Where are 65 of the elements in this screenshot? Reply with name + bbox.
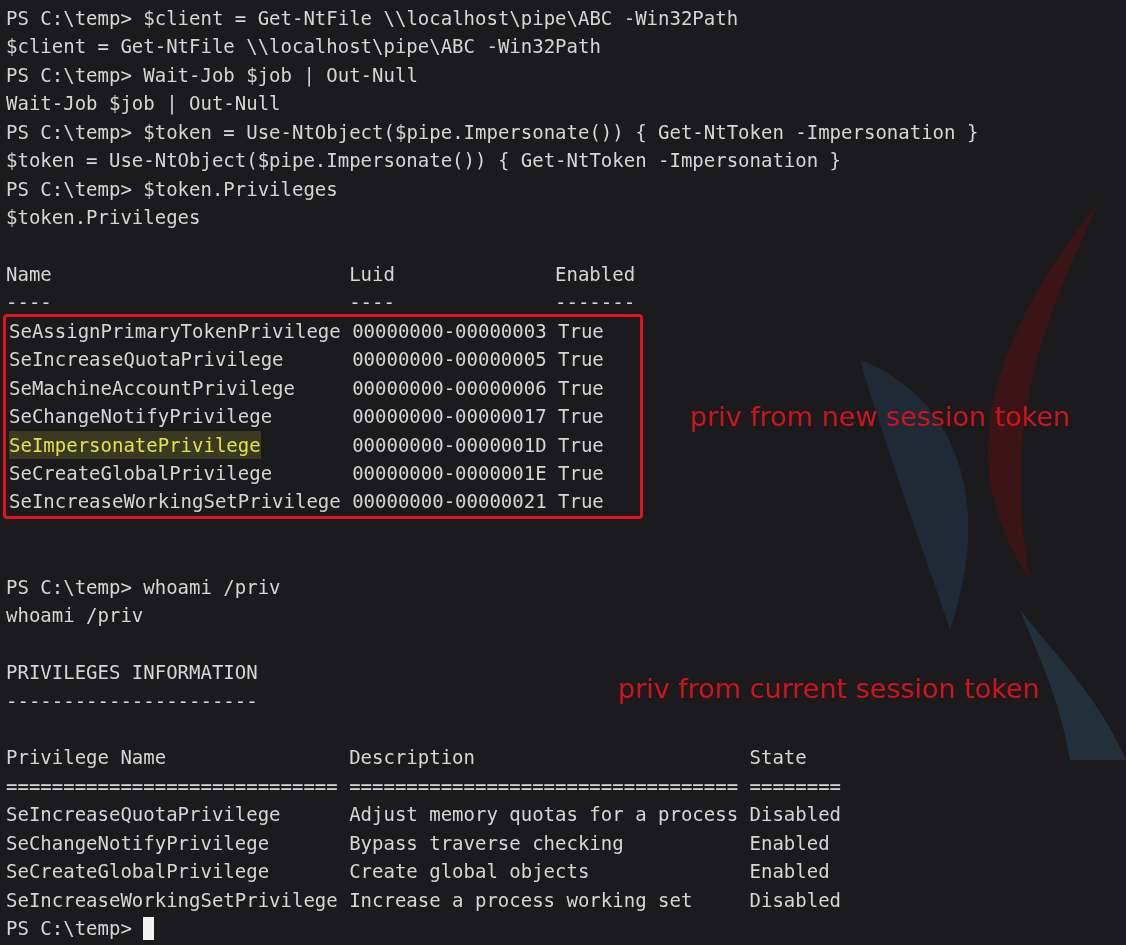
table-cell-text: True — [558, 461, 604, 486]
table-cell-text: Create global objects — [349, 859, 590, 885]
header-rule: ================================== — [349, 773, 739, 799]
table-cell-text: SeIncreaseQuotaPrivilege — [9, 347, 284, 373]
annotation-text: priv from current session token — [618, 672, 1040, 707]
shell-prompt: PS C:\temp> — [6, 916, 132, 941]
table-cell-text: SeAssignPrimaryTokenPrivilege — [9, 318, 341, 344]
output-text: Wait-Job $job | Out-Null — [6, 91, 281, 117]
table-cell-text: 00000000-00000017 — [352, 404, 547, 430]
table-cell-text: 00000000-00000021 — [352, 489, 547, 515]
shell-prompt: PS C:\temp> — [6, 6, 132, 31]
column-header: Privilege Name — [6, 745, 167, 771]
table-cell-text: SeIncreaseQuotaPrivilege — [6, 802, 281, 828]
header-rule: ============================= — [6, 773, 338, 799]
shell-prompt: PS C:\temp> — [6, 62, 132, 88]
table-cell-text: 00000000-0000001E — [352, 461, 547, 486]
table-cell-text: SeChangeNotifyPrivilege — [9, 404, 273, 430]
table-cell-text: SeCreateGlobalPrivilege — [6, 859, 270, 885]
table-cell-text: 00000000-00000003 — [352, 318, 547, 344]
table-cell-text: 00000000-00000005 — [352, 347, 547, 373]
column-header: State — [749, 745, 807, 771]
table-cell-text: SeIncreaseWorkingSetPrivilege — [6, 887, 338, 913]
shell-prompt: PS C:\temp> — [6, 176, 132, 202]
table-cell-text: SeCreateGlobalPrivilege — [9, 461, 273, 486]
column-header: Luid — [349, 261, 395, 287]
table-cell-text: Bypass traverse checking — [349, 830, 624, 856]
shell-prompt: PS C:\temp> — [6, 119, 132, 145]
table-cell-text: True — [558, 404, 604, 430]
table-cell-text: True — [558, 432, 604, 458]
column-header: Enabled — [555, 261, 636, 287]
table-cell-text: SeIncreaseWorkingSetPrivilege — [9, 489, 341, 515]
table-cell-text: Increase a process working set — [349, 887, 693, 913]
table-cell-text: Enabled — [749, 830, 830, 856]
table-cell-text: True — [558, 318, 604, 344]
output-text: $token.Privileges — [6, 205, 201, 231]
output-text: ---------------------- — [6, 688, 258, 714]
output-text: whoami /priv — [6, 603, 144, 629]
table-cell-text: Disabled — [749, 802, 842, 828]
table-cell-text: 00000000-00000006 — [352, 375, 547, 401]
output-text: $token = Use-NtObject($pipe.Impersonate()) { Get-NtToken -Impersonation } — [6, 148, 842, 174]
table-cell: SeImpersonatePrivilege — [9, 430, 261, 459]
output-text: $client = Get-NtFile \\localhost\pipe\ABC -Win32Path — [6, 34, 601, 60]
header-rule: ------- — [555, 290, 636, 316]
command-text: whoami /priv — [143, 574, 281, 600]
table-cell-text: True — [558, 347, 604, 373]
table-cell-text: SeChangeNotifyPrivilege — [6, 830, 270, 856]
header-rule: ======== — [749, 773, 842, 799]
command-text: $client = Get-NtFile \\localhost\pipe\ABC -Win32Path — [143, 6, 739, 31]
table-cell-text: SeMachineAccountPrivilege — [9, 375, 295, 401]
table-cell-text: 00000000-0000001D — [352, 432, 547, 458]
annotation-text: priv from new session token — [690, 399, 1071, 434]
command-text: Wait-Job $job | Out-Null — [143, 62, 418, 89]
command-text: $token.Privileges — [143, 176, 338, 202]
header-rule: ---- — [349, 290, 395, 316]
shell-prompt: PS C:\temp> — [6, 574, 132, 600]
output-text: PRIVILEGES INFORMATION — [6, 660, 258, 686]
header-rule: ---- — [6, 290, 52, 316]
column-header: Name — [6, 261, 52, 287]
table-cell-text: True — [558, 375, 604, 401]
table-cell-text: Adjust memory quotas for a process — [349, 802, 739, 828]
table-cell-text: Disabled — [749, 887, 842, 913]
table-cell-text: True — [558, 489, 604, 515]
table-cell-text: Enabled — [749, 859, 830, 885]
command-text: $token = Use-NtObject($pipe.Impersonate()) { Get-NtToken -Impersonation } — [143, 119, 979, 145]
column-header: Description — [349, 745, 475, 771]
